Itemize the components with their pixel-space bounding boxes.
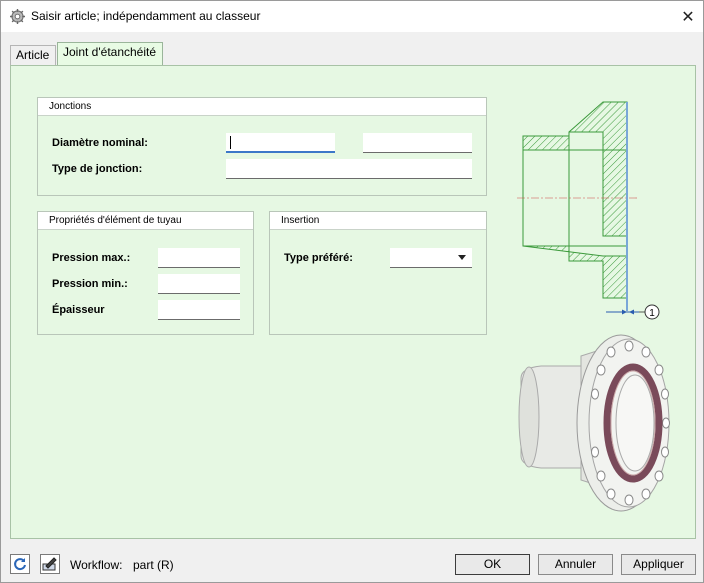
refresh-button[interactable]: [10, 554, 30, 574]
callout-number: 1: [649, 308, 655, 319]
cancel-button[interactable]: Annuler: [538, 554, 613, 575]
preferred-type-label: Type préféré:: [284, 252, 353, 264]
nominal-diameter-label: Diamètre nominal:: [52, 137, 148, 149]
thickness-label: Épaisseur: [52, 304, 105, 316]
refresh-icon: [14, 558, 26, 571]
min-pressure-input[interactable]: [158, 274, 240, 294]
min-pressure-label: Pression min.:: [52, 278, 128, 290]
nominal-diameter-input-2[interactable]: [363, 133, 472, 153]
dialog-window: Saisir article; indépendamment au classe…: [0, 0, 704, 583]
workflow-value: part (R): [133, 558, 174, 572]
apply-button[interactable]: Appliquer: [621, 554, 696, 575]
workflow-label: Workflow:: [70, 558, 123, 572]
nominal-diameter-input[interactable]: [226, 133, 335, 153]
chevron-down-icon: [458, 255, 466, 260]
junction-type-label: Type de jonction:: [52, 163, 143, 175]
ok-button[interactable]: OK: [455, 554, 530, 575]
edit-button[interactable]: [40, 554, 60, 574]
max-pressure-label: Pression max.:: [52, 252, 131, 264]
pipe-properties-group: Propriétés d'élément de tuyau Pression m…: [37, 211, 254, 335]
junction-type-input[interactable]: [226, 159, 472, 179]
close-button[interactable]: ✕: [673, 1, 703, 32]
jonctions-group: Jonctions Diamètre nominal: Type de jonc…: [37, 97, 487, 196]
close-icon: ✕: [681, 8, 695, 26]
group-title: Propriétés d'élément de tuyau: [38, 212, 253, 230]
tab-panel: Jonctions Diamètre nominal: Type de jonc…: [10, 65, 696, 539]
gear-icon: [10, 9, 25, 24]
tab-joint[interactable]: Joint d'étanchéité: [57, 42, 163, 66]
preferred-type-select[interactable]: [390, 248, 472, 268]
flange-3d-image: [518, 334, 670, 512]
group-title: Insertion: [270, 212, 486, 230]
edit-icon: [42, 557, 57, 571]
max-pressure-input[interactable]: [158, 248, 240, 268]
group-title: Jonctions: [38, 98, 486, 116]
tab-article[interactable]: Article: [10, 45, 56, 65]
insertion-group: Insertion Type préféré:: [269, 211, 487, 335]
title-bar: Saisir article; indépendamment au classe…: [1, 1, 703, 32]
window-title: Saisir article; indépendamment au classe…: [31, 9, 261, 23]
thickness-input[interactable]: [158, 300, 240, 320]
flange-section-drawing: 1: [517, 101, 660, 320]
text-caret: [230, 136, 231, 149]
